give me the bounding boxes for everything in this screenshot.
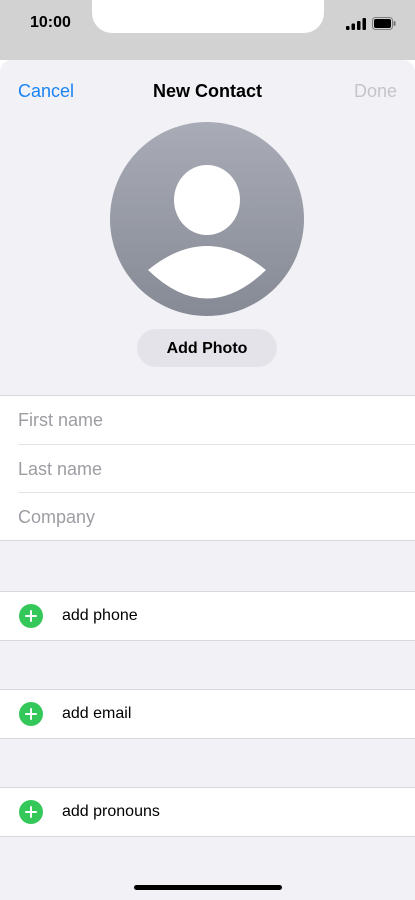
last-name-row xyxy=(18,444,415,493)
last-name-field[interactable] xyxy=(18,445,398,493)
company-field[interactable] xyxy=(18,493,398,541)
add-pronouns-row[interactable]: add pronouns xyxy=(0,787,415,837)
company-row xyxy=(18,492,415,541)
person-silhouette-icon[interactable] xyxy=(110,122,304,316)
new-contact-sheet: Cancel New Contact Done Add Photo First … xyxy=(0,60,415,900)
navigation-bar: Cancel New Contact Done xyxy=(0,60,415,122)
add-circle-icon xyxy=(19,702,43,726)
page-title: New Contact xyxy=(152,81,262,101)
done-button[interactable]: Done xyxy=(354,81,397,102)
battery-icon xyxy=(372,17,396,30)
status-time: 10:00 xyxy=(30,14,71,31)
cellular-signal-icon xyxy=(346,18,366,30)
home-indicator[interactable] xyxy=(134,885,282,890)
add-photo-button[interactable]: Add Photo xyxy=(137,329,277,367)
name-fields-group xyxy=(0,395,415,541)
add-circle-icon xyxy=(19,800,43,824)
add-email-row[interactable]: add email xyxy=(0,689,415,739)
add-circle-icon xyxy=(19,604,43,628)
first-name-field[interactable] xyxy=(18,396,398,444)
add-phone-row[interactable]: add phone xyxy=(0,591,415,641)
status-bar: 10:00 xyxy=(0,0,415,60)
add-phone-label: add phone xyxy=(62,607,138,624)
notch xyxy=(92,0,324,33)
device-screen: 10:00 Cancel New Contact Done Add Photo … xyxy=(0,0,415,900)
first-name-row xyxy=(0,396,415,444)
add-email-label: add email xyxy=(62,705,132,722)
add-pronouns-label: add pronouns xyxy=(62,803,160,820)
